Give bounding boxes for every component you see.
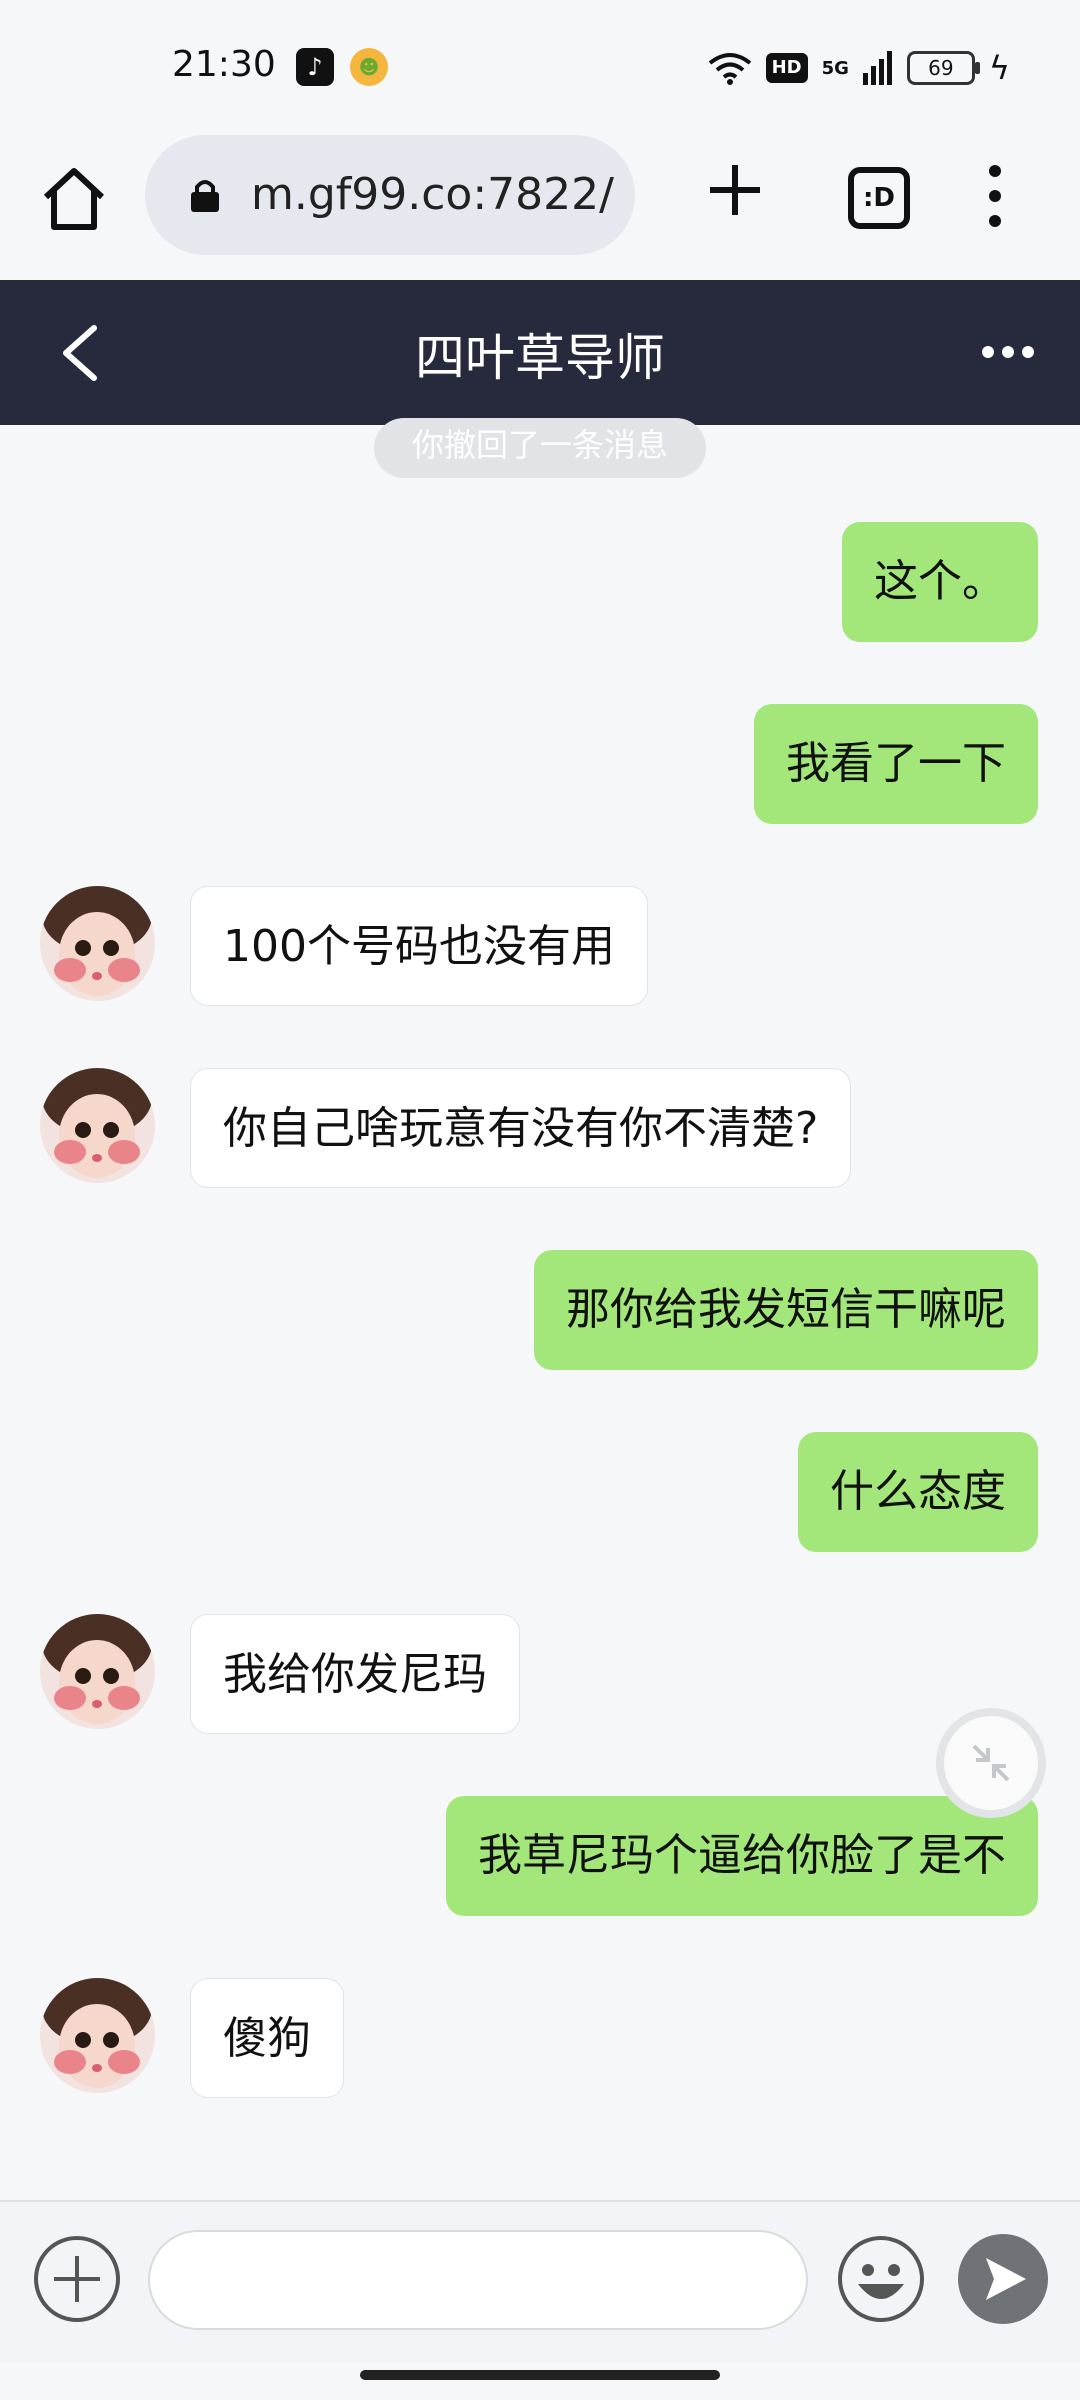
status-time: 21:30: [172, 44, 276, 85]
signal-icon: [862, 51, 892, 85]
lock-icon: [191, 180, 219, 212]
gesture-bar[interactable]: [360, 2370, 720, 2380]
status-icons: HD 5G 69 ϟ: [708, 48, 1010, 88]
emoji-icon[interactable]: [836, 2234, 926, 2324]
message-bubble-them[interactable]: 傻狗: [190, 1978, 344, 2098]
home-icon[interactable]: [38, 163, 110, 235]
avatar[interactable]: [40, 1614, 155, 1729]
message-bubble-them[interactable]: 你自己啥玩意有没有你不清楚?: [190, 1068, 852, 1188]
plus-icon[interactable]: [32, 2234, 122, 2324]
chat-title: 四叶草导师: [415, 329, 665, 387]
message-bubble-me[interactable]: 这个。: [842, 522, 1038, 642]
battery-indicator: 69: [906, 51, 980, 85]
tiktok-notification-icon: ♪: [296, 48, 334, 86]
message-bubble-them[interactable]: 100个号码也没有用: [190, 886, 648, 1006]
menu-dots-icon[interactable]: [980, 161, 1010, 231]
wifi-icon: [708, 53, 751, 85]
avatar[interactable]: [40, 1978, 155, 2093]
send-icon[interactable]: [958, 2234, 1048, 2324]
chat-header: 四叶草导师: [0, 280, 1080, 425]
more-icon[interactable]: [980, 342, 1036, 362]
message-input[interactable]: [148, 2230, 808, 2330]
recall-notice: 你撤回了一条消息: [374, 418, 706, 478]
status-bar: 21:30 ♪ ☻ HD 5G 69 ϟ: [0, 0, 1080, 135]
app-notification-icon: ☻: [350, 48, 388, 86]
browser-toolbar: m.gf99.co:7822/ :D: [0, 135, 1080, 282]
message-bubble-me[interactable]: 我看了一下: [754, 704, 1038, 824]
message-input-bar: [0, 2200, 1080, 2362]
address-bar[interactable]: m.gf99.co:7822/: [145, 135, 635, 255]
new-tab-icon[interactable]: [700, 155, 770, 225]
avatar[interactable]: [40, 886, 155, 1001]
message-bubble-me[interactable]: 我草尼玛个逼给你脸了是不: [446, 1796, 1038, 1916]
minimize-button[interactable]: [936, 1708, 1046, 1818]
tab-switcher-icon[interactable]: :D: [848, 167, 910, 229]
charging-icon: ϟ: [988, 49, 1010, 87]
message-bubble-me[interactable]: 那你给我发短信干嘛呢: [534, 1250, 1038, 1370]
message-bubble-me[interactable]: 什么态度: [798, 1432, 1038, 1552]
minimize-icon: [972, 1744, 1010, 1782]
avatar[interactable]: [40, 1068, 155, 1183]
message-bubble-them[interactable]: 我给你发尼玛: [190, 1614, 520, 1734]
url-text: m.gf99.co:7822/: [251, 169, 614, 220]
hd-badge: HD: [765, 53, 808, 83]
network-label: 5G: [821, 57, 849, 79]
